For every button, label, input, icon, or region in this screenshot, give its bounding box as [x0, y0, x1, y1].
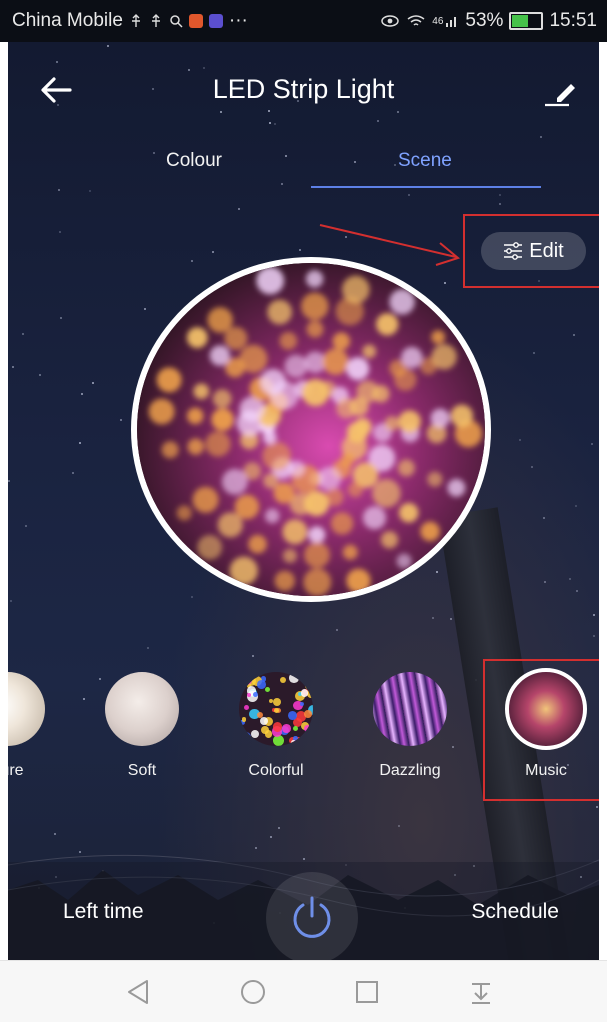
usb-icon	[131, 14, 140, 27]
usb-icon	[151, 14, 160, 27]
app-icon	[188, 14, 203, 28]
header: LED Strip Light	[8, 42, 599, 132]
status-left: China Mobile ···	[12, 10, 248, 32]
system-nav-bar	[0, 960, 607, 1022]
left-time-button[interactable]: Left time	[63, 900, 144, 924]
tab-bar: Colour Scene	[8, 142, 599, 190]
battery-icon	[509, 12, 544, 30]
nav-recents-icon[interactable]	[352, 977, 382, 1007]
more-notifications: ···	[228, 10, 248, 31]
scene-thumb-soft	[105, 672, 179, 746]
scene-item-colorful[interactable]: Colorful	[226, 672, 326, 780]
battery-percent: 53%	[465, 10, 504, 31]
edit-button-label: Edit	[529, 239, 564, 262]
signal-icon	[446, 17, 457, 27]
wifi-icon	[407, 15, 425, 26]
network-type: 46	[432, 15, 444, 27]
power-icon[interactable]	[289, 895, 335, 941]
scene-label: sure	[8, 762, 24, 779]
annotation-highlight-music	[483, 659, 599, 801]
tab-colour[interactable]: Colour	[166, 150, 222, 172]
search-icon	[170, 15, 183, 28]
scene-label: Soft	[127, 762, 157, 779]
scene-thumb-dazzling	[373, 672, 447, 746]
phone-screen: China Mobile ··· 46 53% 15:51 LED Strip …	[0, 0, 607, 1022]
scene-label: Colorful	[248, 762, 304, 779]
fireworks-bokeh-image	[137, 263, 485, 596]
nav-home-icon[interactable]	[238, 977, 268, 1007]
bottom-bar: Left time Schedule	[8, 862, 599, 960]
eye-icon	[381, 15, 400, 27]
nav-back-icon[interactable]	[123, 977, 153, 1007]
status-bar: China Mobile ··· 46 53% 15:51	[0, 0, 607, 42]
scene-thumb-colorful	[239, 672, 313, 746]
page-title: LED Strip Light	[212, 74, 395, 104]
scene-item-soft[interactable]: Soft	[92, 672, 192, 780]
scene-thumb-pleasure	[8, 672, 45, 746]
video-icon	[208, 14, 223, 28]
edit-pencil-icon[interactable]	[541, 72, 581, 112]
scene-label: Dazzling	[379, 762, 441, 779]
app-content: LED Strip Light Colour Scene Edit re Sof…	[8, 42, 599, 960]
scene-item-dazzling[interactable]: Dazzling	[360, 672, 460, 780]
active-tab-indicator	[311, 186, 541, 188]
tab-scene[interactable]: Scene	[398, 150, 452, 172]
carrier-name: China Mobile	[12, 10, 123, 31]
scene-item-pleasure[interactable]: sure	[8, 672, 58, 780]
schedule-button[interactable]: Schedule	[471, 900, 559, 924]
scene-preview-image	[131, 257, 491, 602]
clock: 15:51	[549, 10, 597, 31]
status-right: 46 53% 15:51	[380, 10, 597, 32]
edit-button[interactable]: Edit	[481, 232, 586, 270]
sliders-icon	[504, 242, 523, 260]
nav-notifications-icon[interactable]	[466, 977, 496, 1007]
